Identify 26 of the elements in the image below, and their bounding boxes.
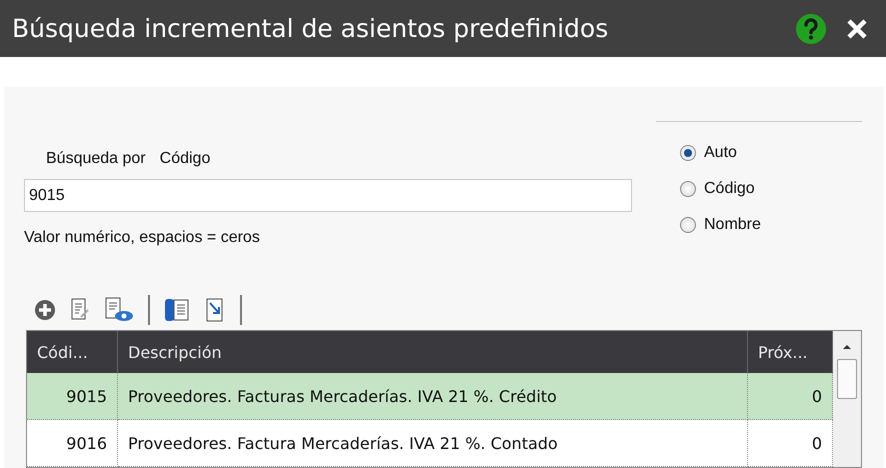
column-header[interactable]: Descripción — [118, 331, 748, 373]
table-cell: Proveedores. Facturas Mercaderías. IVA 21 %. Crédito — [118, 373, 748, 420]
edit-document-icon[interactable] — [70, 298, 90, 322]
radio-option[interactable]: Nombre — [680, 207, 862, 243]
table-cell: 9015 — [27, 373, 118, 420]
search-field[interactable]: 9015 — [24, 179, 632, 212]
search-mode: Código — [160, 150, 210, 168]
radio-option[interactable]: Código — [680, 171, 862, 207]
column-header[interactable]: Códi... — [27, 331, 118, 373]
column-header[interactable]: Próx... — [748, 331, 832, 373]
help-icon[interactable] — [796, 14, 826, 44]
scrollbar[interactable] — [833, 331, 861, 467]
table-cell: 0 — [748, 420, 832, 466]
add-icon[interactable] — [34, 299, 56, 321]
view-document-icon[interactable] — [104, 297, 134, 323]
window-title: Búsqueda incremental de asientos predefinidos — [12, 14, 610, 43]
table-cell: Proveedores. Factura Mercaderías. IVA 21 %. Contado — [118, 420, 748, 466]
search-label: Búsqueda por — [46, 150, 146, 168]
scroll-up-icon[interactable] — [842, 343, 852, 351]
table-cell: 0 — [748, 373, 832, 420]
radio-option[interactable]: Auto — [680, 135, 862, 171]
table-cell: 9016 — [27, 420, 118, 466]
database-list-icon[interactable] — [164, 297, 190, 323]
close-icon[interactable] — [846, 18, 868, 40]
scroll-thumb[interactable] — [837, 359, 857, 399]
hint-text: Valor numérico, espacios = ceros — [24, 229, 261, 247]
